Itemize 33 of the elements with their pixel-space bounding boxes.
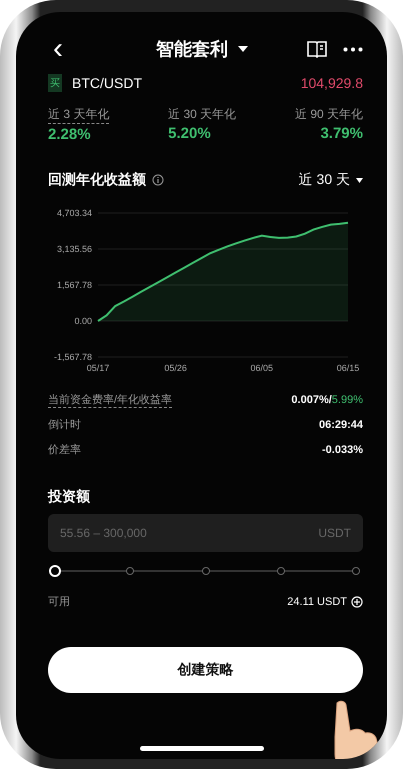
available-label: 可用 [48, 595, 70, 609]
price: 104,929.8 [300, 75, 363, 91]
unit-label: USDT [318, 526, 351, 540]
axis-label: 05/17 [86, 363, 110, 373]
period-dropdown[interactable]: 近 30 天 [298, 171, 363, 189]
axis-label: 0.00 [74, 316, 92, 326]
stat-label: 近 30 天年化 [168, 106, 236, 123]
pair-name: BTC/USDT [72, 75, 142, 91]
available-value: 24.11 USDT [287, 596, 347, 608]
stat-label: 近 3 天年化 [48, 106, 110, 124]
stat-label: 近 90 天年化 [294, 106, 363, 123]
info-label: 倒计时 [48, 418, 81, 432]
stat-value: 3.79% [320, 125, 363, 142]
info-value: 06:29:44 [318, 418, 363, 430]
stat-value: 2.28% [48, 126, 92, 143]
axis-label: 06/05 [250, 363, 274, 373]
section-title: 回测年化收益额 [48, 171, 146, 189]
axis-label: -1,567.78 [54, 352, 92, 362]
section-title: 投资额 [48, 488, 91, 506]
info-label: 当前资金费率/年化收益率 [48, 392, 172, 408]
info-value: -0.033% [322, 444, 363, 456]
create-strategy-button[interactable]: 创建策略 [48, 647, 363, 693]
title-dropdown[interactable]: 智能套利 [156, 37, 248, 61]
info-value: 0.007%/5.99% [291, 394, 363, 406]
axis-label: 4,703.34 [56, 208, 92, 218]
axis-label: 06/15 [336, 363, 360, 373]
buy-tag: 买 [48, 74, 62, 92]
back-button[interactable]: ‹ [48, 36, 68, 62]
axis-label: 1,567.78 [56, 280, 92, 290]
axis-label: 05/26 [164, 363, 187, 373]
info-label: 价差率 [48, 442, 81, 457]
stat-value: 5.20% [168, 125, 212, 142]
axis-label: 3,135.56 [56, 244, 92, 254]
